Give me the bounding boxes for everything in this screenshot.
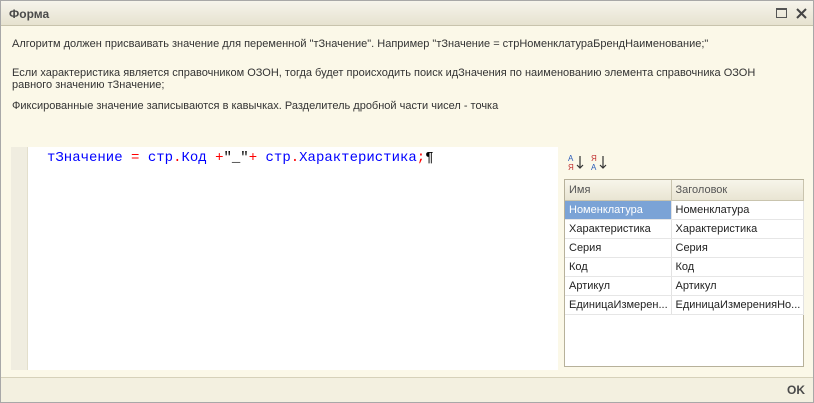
editor-gutter	[11, 147, 28, 370]
cell-name[interactable]: ЕдиницаИзмерен...	[565, 295, 672, 315]
cell-name[interactable]: Артикул	[565, 276, 672, 296]
token-eq: =	[122, 150, 148, 166]
close-button[interactable]	[794, 6, 809, 21]
form-window: Форма Алгоритм должен присваивать значен…	[0, 0, 814, 403]
table-row[interactable]: Артикул Артикул	[565, 276, 804, 296]
token-plus1: +	[206, 150, 224, 166]
table-row[interactable]: Код Код	[565, 257, 804, 277]
token-field2: Характеристика	[299, 150, 417, 166]
token-ref2: стр	[265, 150, 291, 166]
dialog-footer: OK	[1, 377, 813, 402]
sort-ascending-icon: A Я	[568, 154, 584, 172]
sort-descending-icon: Я A	[591, 154, 607, 172]
title-bar[interactable]: Форма	[1, 1, 813, 26]
info-text-ozon: Если характеристика является справочнико…	[12, 67, 772, 91]
token-string: "_"	[223, 150, 249, 166]
cell-title[interactable]: Код	[671, 257, 804, 277]
window-title: Форма	[9, 7, 50, 21]
svg-text:Я: Я	[568, 163, 574, 171]
sort-ascending-button[interactable]: A Я	[567, 153, 585, 172]
table-row[interactable]: ЕдиницаИзмерен... ЕдиницаИзмеренияНо...	[565, 295, 804, 315]
cell-name[interactable]: Характеристика	[565, 219, 672, 239]
cell-title[interactable]: Номенклатура	[671, 200, 804, 220]
cell-title[interactable]: Артикул	[671, 276, 804, 296]
maximize-button[interactable]	[774, 6, 789, 21]
info-text-algorithm: Алгоритм должен присваивать значение для…	[12, 38, 709, 50]
cell-title[interactable]: ЕдиницаИзмеренияНо...	[671, 295, 804, 315]
cell-title[interactable]: Серия	[671, 238, 804, 258]
token-var: тЗначение	[47, 150, 123, 166]
info-text-fixed-values: Фиксированные значение записываются в ка…	[12, 100, 499, 112]
token-field1: Код	[181, 150, 207, 166]
table-row[interactable]: Номенклатура Номенклатура	[565, 200, 804, 220]
token-plus2: +	[248, 150, 266, 166]
info-text-ozon-line2: равного значению тЗначение;	[12, 79, 165, 91]
token-semicolon: ;	[416, 150, 426, 166]
svg-text:A: A	[591, 163, 597, 171]
cell-name[interactable]: Код	[565, 257, 672, 277]
column-header-title[interactable]: Заголовок	[671, 180, 804, 201]
info-text-ozon-line1: Если характеристика является справочнико…	[12, 67, 756, 79]
close-icon	[796, 8, 807, 19]
fields-table[interactable]: Имя Заголовок Номенклатура Номенклатура …	[564, 179, 804, 367]
cell-name[interactable]: Номенклатура	[565, 200, 672, 220]
token-dot2: .	[290, 150, 300, 166]
svg-text:A: A	[568, 154, 574, 163]
code-editor[interactable]: тЗначение = стр.Код +"_"+ стр.Характерис…	[11, 147, 558, 370]
cell-title[interactable]: Характеристика	[671, 219, 804, 239]
table-row[interactable]: Серия Серия	[565, 238, 804, 258]
table-header-row: Имя Заголовок	[565, 180, 804, 201]
table-row[interactable]: Характеристика Характеристика	[565, 219, 804, 239]
cell-name[interactable]: Серия	[565, 238, 672, 258]
svg-text:Я: Я	[591, 154, 597, 163]
maximize-icon	[776, 8, 787, 18]
token-ref1: стр	[147, 150, 174, 166]
ok-button[interactable]: OK	[787, 383, 805, 397]
column-header-name[interactable]: Имя	[565, 180, 672, 201]
code-line[interactable]: тЗначение = стр.Код +"_"+ стр.Характерис…	[47, 149, 434, 167]
sort-descending-button[interactable]: Я A	[590, 153, 608, 172]
pilcrow-icon: ¶	[425, 150, 434, 166]
